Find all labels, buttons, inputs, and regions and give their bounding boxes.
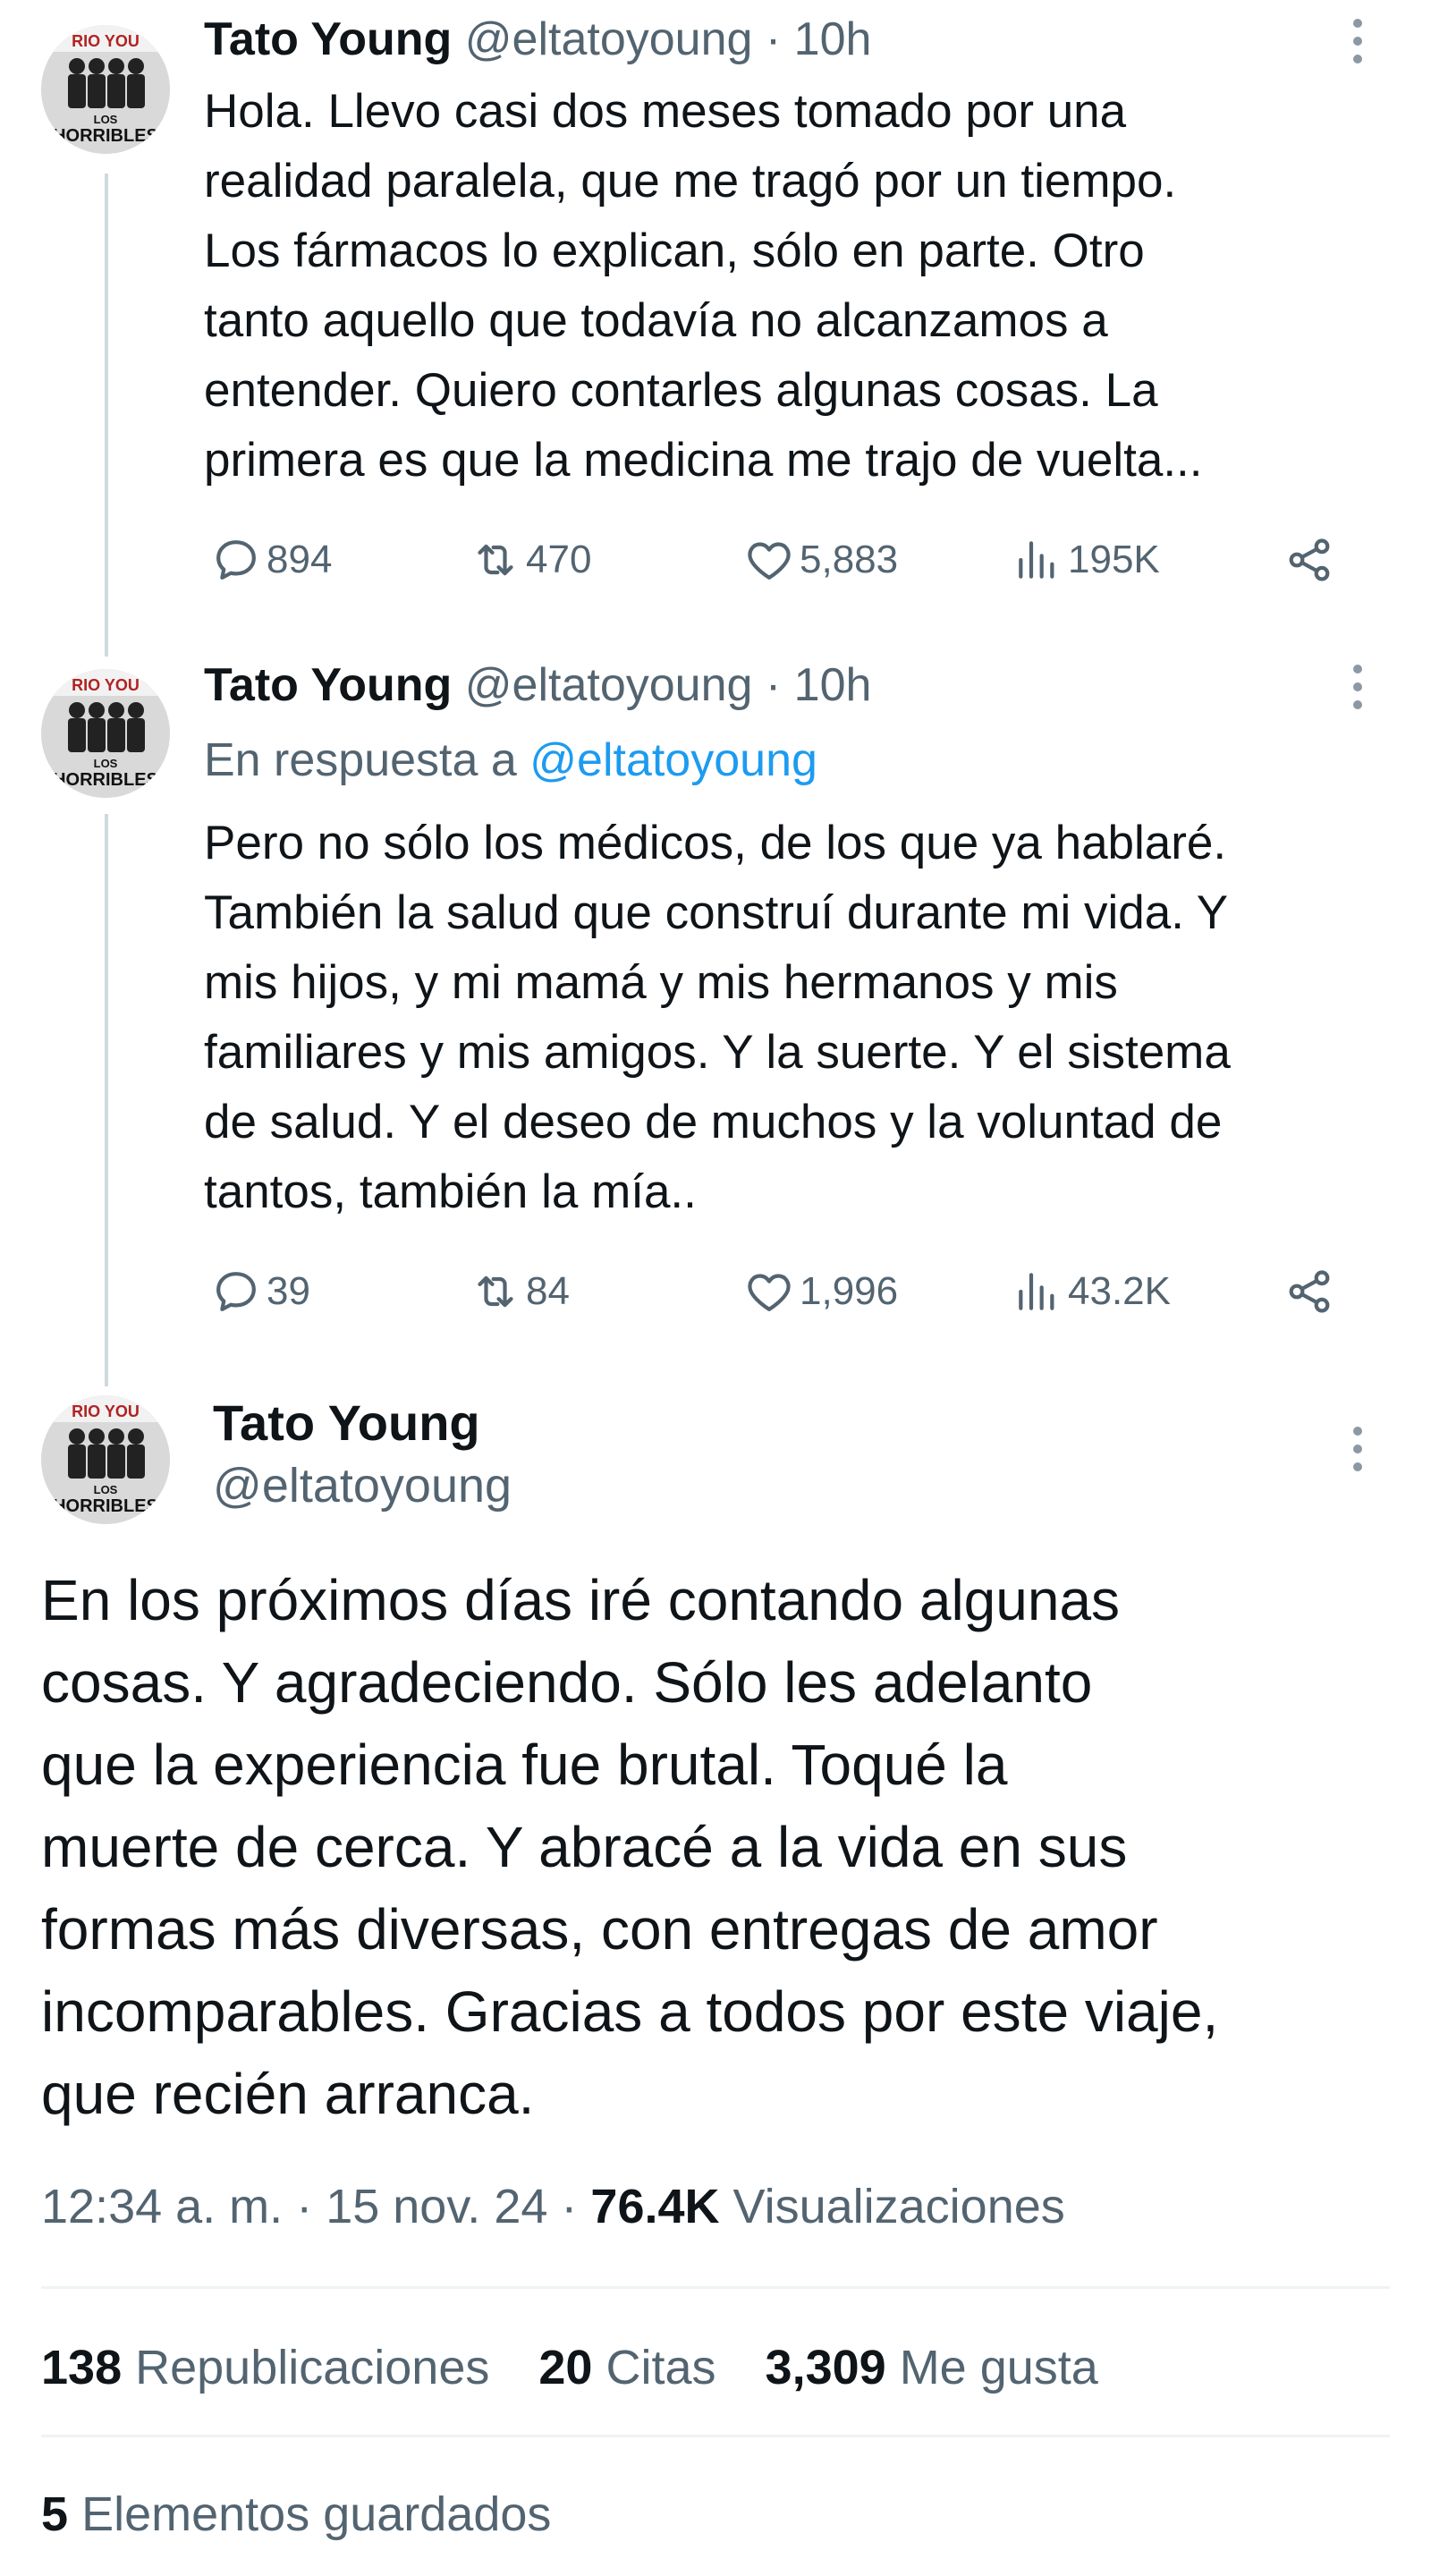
avatar-brand-top: RIO YOU (72, 32, 140, 50)
quotes-label: Citas (605, 2341, 716, 2394)
tweet-text: Hola. Llevo casi dos meses tomado por un… (204, 85, 1203, 487)
retweet-button[interactable]: 84 (470, 1263, 570, 1320)
tweet-actions: 39 84 1,996 43.2K (211, 1263, 1356, 1320)
avatar-brand-bottom: HORRIBLES (53, 126, 158, 146)
bookmarks-count: 5 (41, 2487, 69, 2541)
meta-separator: · (296, 2180, 326, 2233)
author-handle[interactable]: @eltatoyoung (465, 659, 753, 711)
reposts-stat[interactable]: 138 Republicaciones (41, 2341, 489, 2394)
avatar-brand-bottom: HORRIBLES (53, 1496, 158, 1516)
tweet-time[interactable]: 10h (794, 659, 872, 711)
author-handle[interactable]: @eltatoyoung (213, 1456, 512, 1515)
reply-icon (216, 540, 256, 580)
engagement-stats: 138 Republicaciones 20 Citas 3,309 Me gu… (41, 2336, 1134, 2399)
quotes-count: 20 (538, 2341, 593, 2394)
like-count: 1,996 (800, 1269, 899, 1313)
meta-separator: · (561, 2180, 591, 2233)
avatar-image: RIO YOU LOS HORRIBLES (41, 669, 170, 798)
share-icon (1289, 1270, 1330, 1313)
author-name[interactable]: Tato Young (213, 1394, 480, 1453)
avatar-brand-top: RIO YOU (72, 1402, 140, 1420)
views-count: 195K (1068, 538, 1160, 581)
retweet-button[interactable]: 470 (470, 531, 591, 589)
avatar-brand-small: LOS (94, 1483, 118, 1496)
views-label: Visualizaciones (732, 2180, 1065, 2233)
more-vertical-icon[interactable] (1340, 660, 1376, 714)
reply-icon (216, 1272, 256, 1311)
reply-count: 39 (267, 1269, 310, 1313)
tweet-header: Tato Young @eltatoyoung · 10h (204, 657, 871, 714)
avatar-image: RIO YOU LOS HORRIBLES (41, 1395, 170, 1524)
views-button[interactable]: 43.2K (1012, 1263, 1171, 1320)
share-icon (1289, 538, 1330, 581)
avatar-brand-small: LOS (94, 113, 118, 126)
reposts-label: Republicaciones (135, 2341, 490, 2394)
header-separator: · (752, 13, 794, 65)
reply-context: En respuesta a @eltatoyoung (204, 732, 817, 789)
bookmarks-stat[interactable]: 5 Elementos guardados (41, 2483, 551, 2546)
quotes-stat[interactable]: 20 Citas (538, 2341, 716, 2394)
heart-icon (748, 542, 791, 580)
reposts-count: 138 (41, 2341, 123, 2394)
avatar[interactable]: RIO YOU LOS HORRIBLES (41, 1395, 170, 1524)
tweet-meta: 12:34 a. m. · 15 nov. 24 · 76.4K Visuali… (41, 2175, 1065, 2238)
avatar[interactable]: RIO YOU LOS HORRIBLES (41, 669, 170, 798)
divider (41, 2286, 1390, 2289)
likes-stat[interactable]: 3,309 Me gusta (766, 2341, 1098, 2394)
more-vertical-icon[interactable] (1340, 1422, 1376, 1476)
tweet-date[interactable]: 15 nov. 24 (326, 2180, 547, 2233)
retweet-count: 84 (526, 1269, 570, 1313)
avatar[interactable]: RIO YOU LOS HORRIBLES (41, 25, 170, 154)
avatar-image: RIO YOU LOS HORRIBLES (41, 25, 170, 154)
avatar-brand-small: LOS (94, 757, 118, 770)
retweet-icon (478, 544, 513, 576)
author-name[interactable]: Tato Young (204, 13, 452, 65)
views-chart-icon (1019, 541, 1054, 579)
author-name[interactable]: Tato Young (204, 659, 452, 711)
like-count: 5,883 (800, 538, 899, 581)
tweet-time[interactable]: 10h (794, 13, 872, 65)
header-separator: · (752, 659, 794, 711)
thread-line (105, 814, 108, 1386)
tweet-text: En los próximos días iré contando alguna… (41, 1568, 1219, 2126)
views-button[interactable]: 195K (1012, 531, 1160, 589)
tweet-actions: 894 470 5,883 195K (211, 531, 1356, 589)
avatar-brand-top: RIO YOU (72, 676, 140, 694)
reply-count: 894 (267, 538, 333, 581)
bookmarks-label: Elementos guardados (81, 2487, 552, 2541)
share-button[interactable] (1284, 531, 1340, 589)
share-button[interactable] (1284, 1263, 1340, 1320)
heart-icon (748, 1274, 791, 1311)
thread-line (105, 174, 108, 657)
tweet-text: Pero no sólo los médicos, de los que ya … (204, 817, 1231, 1218)
reply-handle-link[interactable]: @eltatoyoung (529, 734, 817, 786)
author-handle[interactable]: @eltatoyoung (465, 13, 753, 65)
views-count: 76.4K (590, 2180, 720, 2233)
likes-label: Me gusta (899, 2341, 1098, 2394)
tweet-header: Tato Young @eltatoyoung · 10h (204, 11, 871, 68)
views-count: 43.2K (1068, 1269, 1171, 1313)
retweet-icon (478, 1275, 513, 1308)
retweet-count: 470 (526, 538, 592, 581)
likes-count: 3,309 (765, 2341, 886, 2394)
reply-button[interactable]: 894 (211, 531, 332, 589)
like-button[interactable]: 1,996 (744, 1263, 898, 1320)
reply-button[interactable]: 39 (211, 1263, 310, 1320)
avatar-brand-bottom: HORRIBLES (53, 770, 158, 790)
like-button[interactable]: 5,883 (744, 531, 898, 589)
tweet-time[interactable]: 12:34 a. m. (41, 2180, 283, 2233)
reply-prefix: En respuesta a (204, 734, 530, 786)
more-vertical-icon[interactable] (1340, 14, 1376, 68)
divider (41, 2435, 1390, 2437)
views-chart-icon (1019, 1273, 1054, 1310)
